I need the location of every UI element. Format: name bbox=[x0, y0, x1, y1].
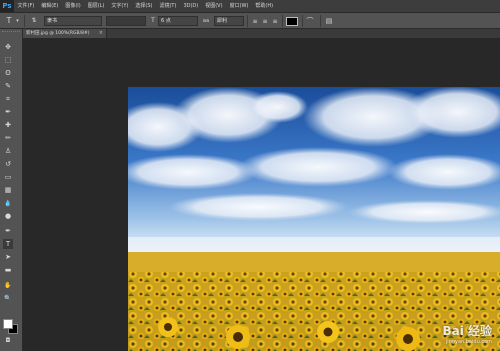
dodge-icon[interactable]: ● bbox=[3, 211, 13, 221]
zoom-icon[interactable]: 🔍 bbox=[3, 293, 13, 303]
font-family-select[interactable]: 隶书 bbox=[44, 16, 102, 26]
menu-image[interactable]: 图像(I) bbox=[62, 0, 84, 12]
chevron-down-icon[interactable]: ▾ bbox=[15, 16, 20, 26]
eraser-icon[interactable]: ▭ bbox=[3, 172, 13, 182]
menu-view[interactable]: 视图(V) bbox=[202, 0, 226, 12]
menu-3d[interactable]: 3D(D) bbox=[180, 0, 202, 12]
document-tab[interactable]: 新村田.jpg @ 100%(RGB/8#) × bbox=[23, 29, 107, 38]
orientation-toggle-icon[interactable]: ⇅ bbox=[29, 16, 39, 26]
hand-icon[interactable]: ✋ bbox=[3, 280, 13, 290]
menu-type[interactable]: 文字(Y) bbox=[108, 0, 132, 12]
history-brush-icon[interactable]: ↺ bbox=[3, 159, 13, 169]
sunflower-field-photo bbox=[128, 87, 500, 351]
font-size-icon: T bbox=[151, 17, 155, 24]
document-tab-label: 新村田.jpg @ 100%(RGB/8#) bbox=[26, 31, 90, 36]
font-size-select[interactable]: 6 点 bbox=[158, 16, 198, 26]
separator bbox=[320, 15, 321, 27]
watermark-logo: Bai 经验 bbox=[442, 324, 492, 338]
watermark-url: jingyan.baidu.com bbox=[445, 339, 492, 345]
menu-filter[interactable]: 滤镜(T) bbox=[156, 0, 180, 12]
eyedropper-icon[interactable]: ✒ bbox=[3, 107, 13, 117]
marquee-icon[interactable]: ⬚ bbox=[3, 55, 13, 65]
document-tab-bar: 新村田.jpg @ 100%(RGB/8#) × bbox=[23, 29, 500, 38]
warp-text-icon[interactable]: ⌒ bbox=[305, 16, 315, 26]
antialias-select[interactable]: 犀利 bbox=[214, 16, 244, 26]
brush-icon[interactable]: ✏ bbox=[3, 133, 13, 143]
close-icon[interactable]: × bbox=[99, 29, 103, 38]
foreground-color-swatch[interactable] bbox=[3, 319, 13, 329]
pen-icon[interactable]: ✒ bbox=[3, 226, 13, 236]
shape-icon[interactable]: ▬ bbox=[3, 265, 13, 275]
align-left-icon[interactable]: ≡ bbox=[251, 17, 259, 25]
align-right-icon[interactable]: ≡ bbox=[271, 17, 279, 25]
character-panel-icon[interactable]: ▤ bbox=[324, 16, 334, 26]
menu-select[interactable]: 选择(S) bbox=[132, 0, 156, 12]
quick-mask-icon[interactable]: ◘ bbox=[3, 335, 13, 345]
tools-panel: ✥ ⬚ ʘ ✎ ⌗ ✒ ✚ ✏ ♙ ↺ ▭ ▦ 💧 ● ✒ T ➤ ▬ ✋ 🔍 … bbox=[0, 29, 23, 351]
menu-window[interactable]: 窗口(W) bbox=[226, 0, 252, 12]
move-icon[interactable]: ✥ bbox=[3, 42, 13, 52]
lasso-icon[interactable]: ʘ bbox=[3, 68, 13, 78]
separator bbox=[302, 15, 303, 27]
menu-file[interactable]: 文件(F) bbox=[14, 0, 38, 12]
type-tool-preset-icon[interactable]: T bbox=[4, 16, 14, 26]
photoshop-logo[interactable]: Ps bbox=[0, 0, 14, 12]
panel-grip[interactable] bbox=[2, 31, 20, 35]
gradient-icon[interactable]: ▦ bbox=[3, 185, 13, 195]
separator bbox=[247, 15, 248, 27]
crop-icon[interactable]: ⌗ bbox=[3, 94, 13, 104]
healing-icon[interactable]: ✚ bbox=[3, 120, 13, 130]
menu-help[interactable]: 帮助(H) bbox=[252, 0, 277, 12]
separator bbox=[282, 15, 283, 27]
font-style-select[interactable] bbox=[106, 16, 146, 26]
options-bar: T ▾ ⇅ 隶书 T 6 点 aa 犀利 ≡ ≡ ≡ ⌒ ▤ bbox=[0, 12, 500, 29]
antialias-label: aa bbox=[202, 18, 210, 24]
text-color-swatch[interactable] bbox=[286, 17, 298, 26]
separator bbox=[24, 15, 25, 27]
quick-select-icon[interactable]: ✎ bbox=[3, 81, 13, 91]
menu-layer[interactable]: 图层(L) bbox=[84, 0, 108, 12]
type-icon[interactable]: T bbox=[3, 239, 13, 249]
clone-stamp-icon[interactable]: ♙ bbox=[3, 146, 13, 156]
document-image[interactable]: Bai 经验 jingyan.baidu.com bbox=[128, 87, 500, 351]
path-select-icon[interactable]: ➤ bbox=[3, 252, 13, 262]
menu-bar: Ps 文件(F) 编辑(E) 图像(I) 图层(L) 文字(Y) 选择(S) 滤… bbox=[0, 0, 500, 12]
watermark: Bai 经验 jingyan.baidu.com bbox=[442, 322, 492, 345]
menu-edit[interactable]: 编辑(E) bbox=[38, 0, 62, 12]
blur-icon[interactable]: 💧 bbox=[3, 198, 13, 208]
align-center-icon[interactable]: ≡ bbox=[261, 17, 269, 25]
